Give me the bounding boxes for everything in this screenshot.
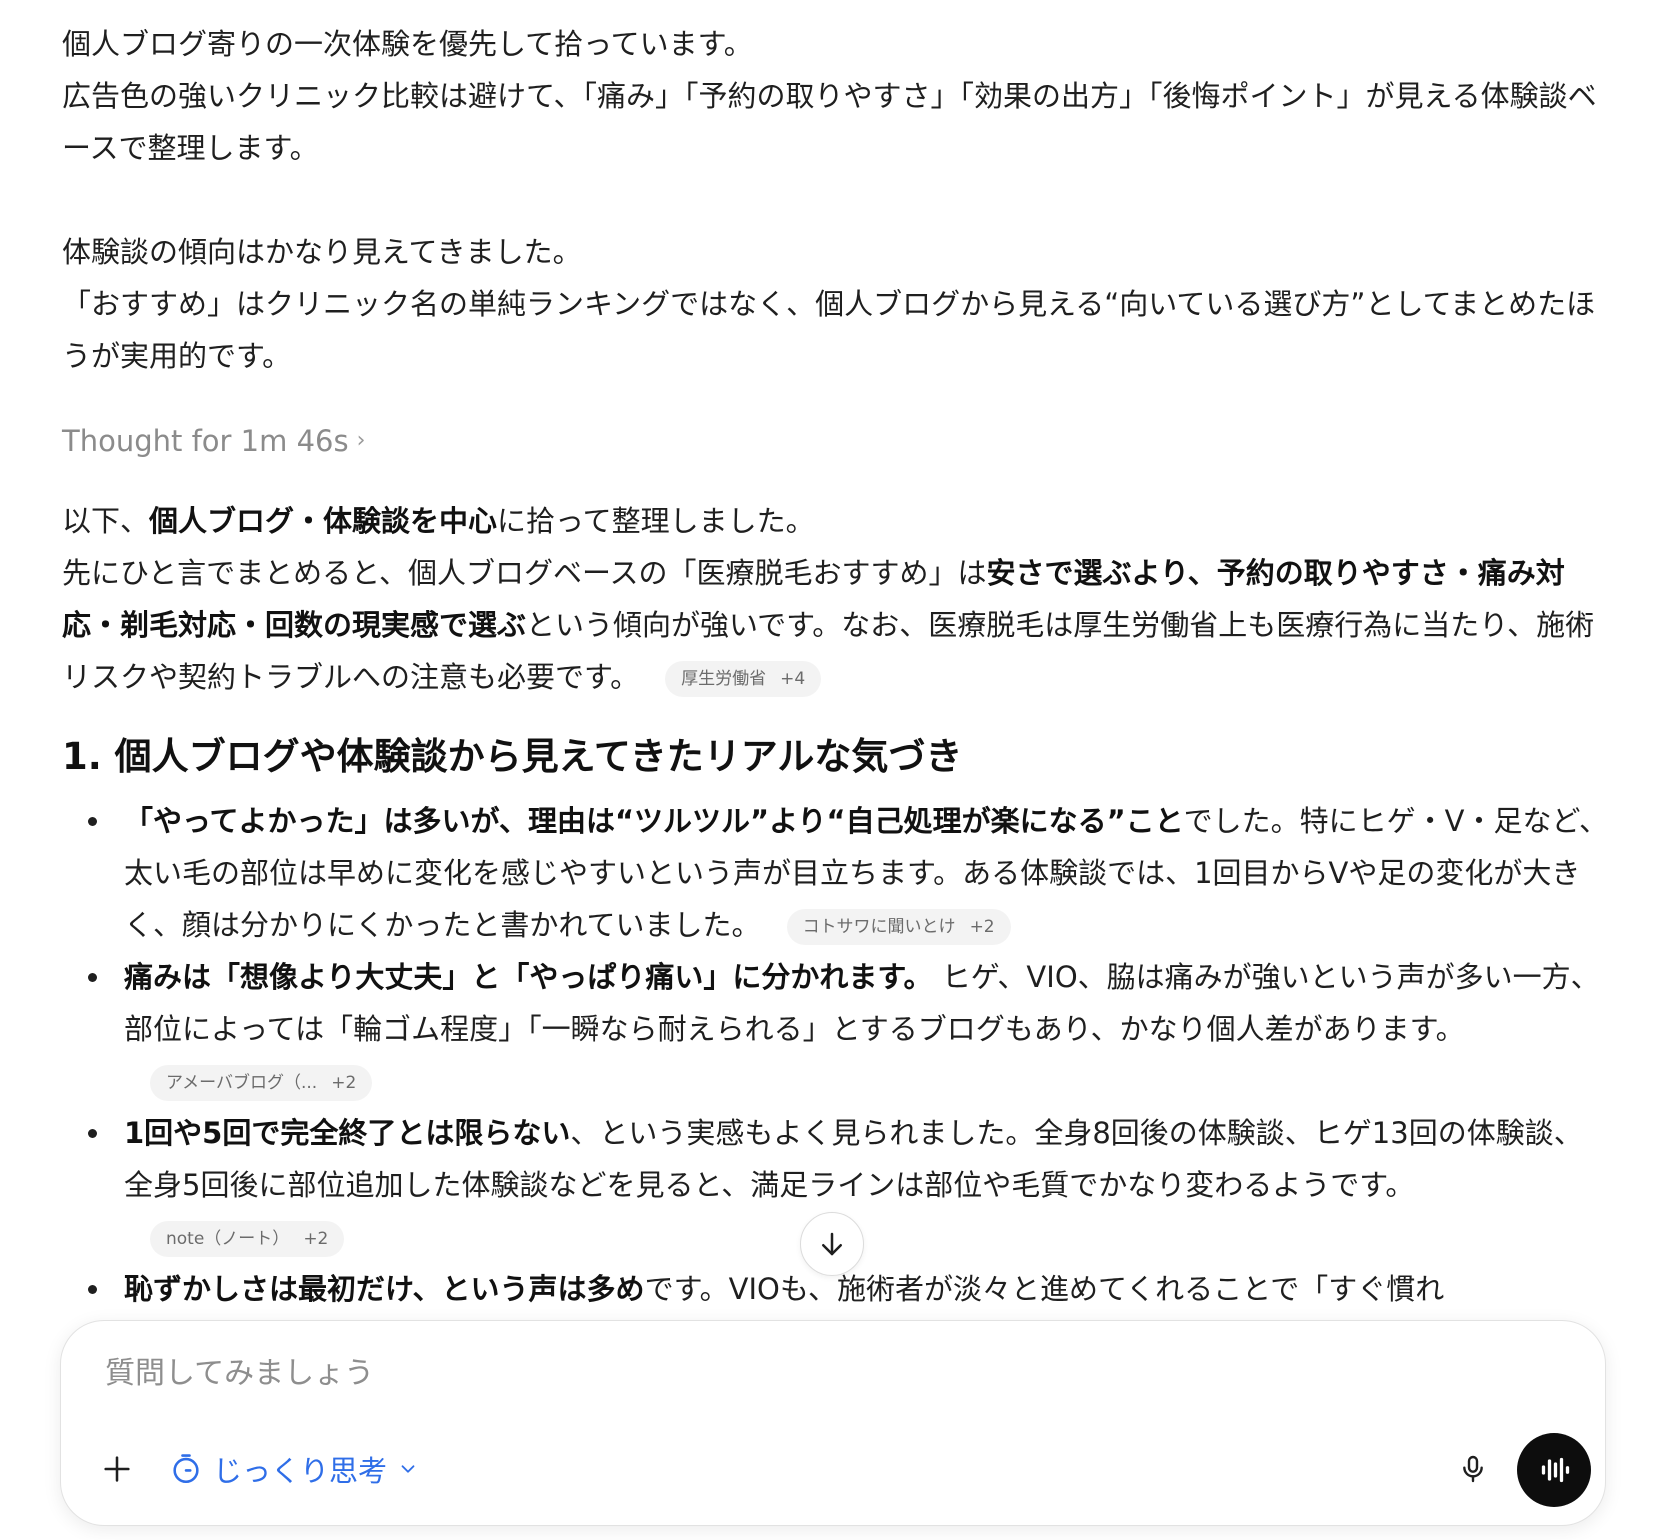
conversation-content: 個人ブログ寄りの一次体験を優先して拾っています。 広告色の強いクリニック比較は避… (62, 18, 1610, 1315)
thinking-mode-label: じっくり思考 (213, 1454, 388, 1488)
list-item: 痛みは「想像より大丈夫」と「やっぱり痛い」に分かれます。 ヒゲ、VIO、脇は痛み… (88, 951, 1610, 1107)
microphone-button[interactable] (1447, 1443, 1499, 1495)
voice-mode-button[interactable] (1517, 1433, 1591, 1507)
intro-line-1: 個人ブログ寄りの一次体験を優先して拾っています。 (62, 27, 753, 61)
thought-toggle[interactable]: Thought for 1m 46s › (62, 419, 365, 463)
intro-line-3: 体験談の傾向はかなり見えてきました。 (62, 235, 582, 269)
section-heading: 1. 個人ブログや体験談から見えてきたリアルな気づき (62, 735, 963, 778)
microphone-icon (1463, 1455, 1483, 1483)
scroll-to-bottom-button[interactable] (800, 1212, 864, 1276)
intro-line-2: 広告色の強いクリニック比較は避けて、「痛み」「予約の取りやすさ」「効果の出方」「… (62, 79, 1597, 165)
answer-block: 以下、個人ブログ・体験談を中心に拾って整理しました。 先にひと言でまとめると、個… (62, 495, 1610, 1315)
prompt-input[interactable] (103, 1355, 1407, 1392)
intro-line-4: 「おすすめ」はクリニック名の単純ランキングではなく、個人ブログから見える“向いて… (62, 287, 1596, 373)
thinking-mode-button[interactable]: じっくり思考 (169, 1443, 419, 1495)
plus-icon (104, 1456, 130, 1482)
prompt-composer: じっくり思考 (60, 1320, 1606, 1526)
source-chip[interactable]: 厚生労働省 +4 (665, 661, 822, 697)
chevron-right-icon: › (356, 428, 366, 453)
timer-icon (173, 1454, 199, 1484)
source-chip[interactable]: アメーバブログ（... +2 (150, 1065, 373, 1101)
source-chip[interactable]: コトサワに聞いとけ +2 (786, 909, 1011, 945)
chevron-down-icon (401, 1465, 415, 1473)
waveform-icon (1541, 1457, 1570, 1483)
answer-paragraph-2: 先にひと言でまとめると、個人ブログベースの「医療脱毛おすすめ」は安さで選ぶより、… (62, 547, 1610, 703)
add-attachment-button[interactable] (91, 1443, 143, 1495)
answer-paragraph-1: 以下、個人ブログ・体験談を中心に拾って整理しました。 (62, 504, 815, 538)
list-item: 1回や5回で完全終了とは限らない、という実感もよく見られました。全身8回後の体験… (88, 1107, 1610, 1263)
arrow-down-icon (822, 1232, 842, 1256)
source-chip[interactable]: note（ノート） +2 (150, 1221, 345, 1257)
thought-label: Thought for 1m 46s (62, 424, 349, 458)
list-item: 「やってよかった」は多いが、理由は“ツルツル”より“自己処理が楽になる”ことでし… (88, 795, 1610, 951)
